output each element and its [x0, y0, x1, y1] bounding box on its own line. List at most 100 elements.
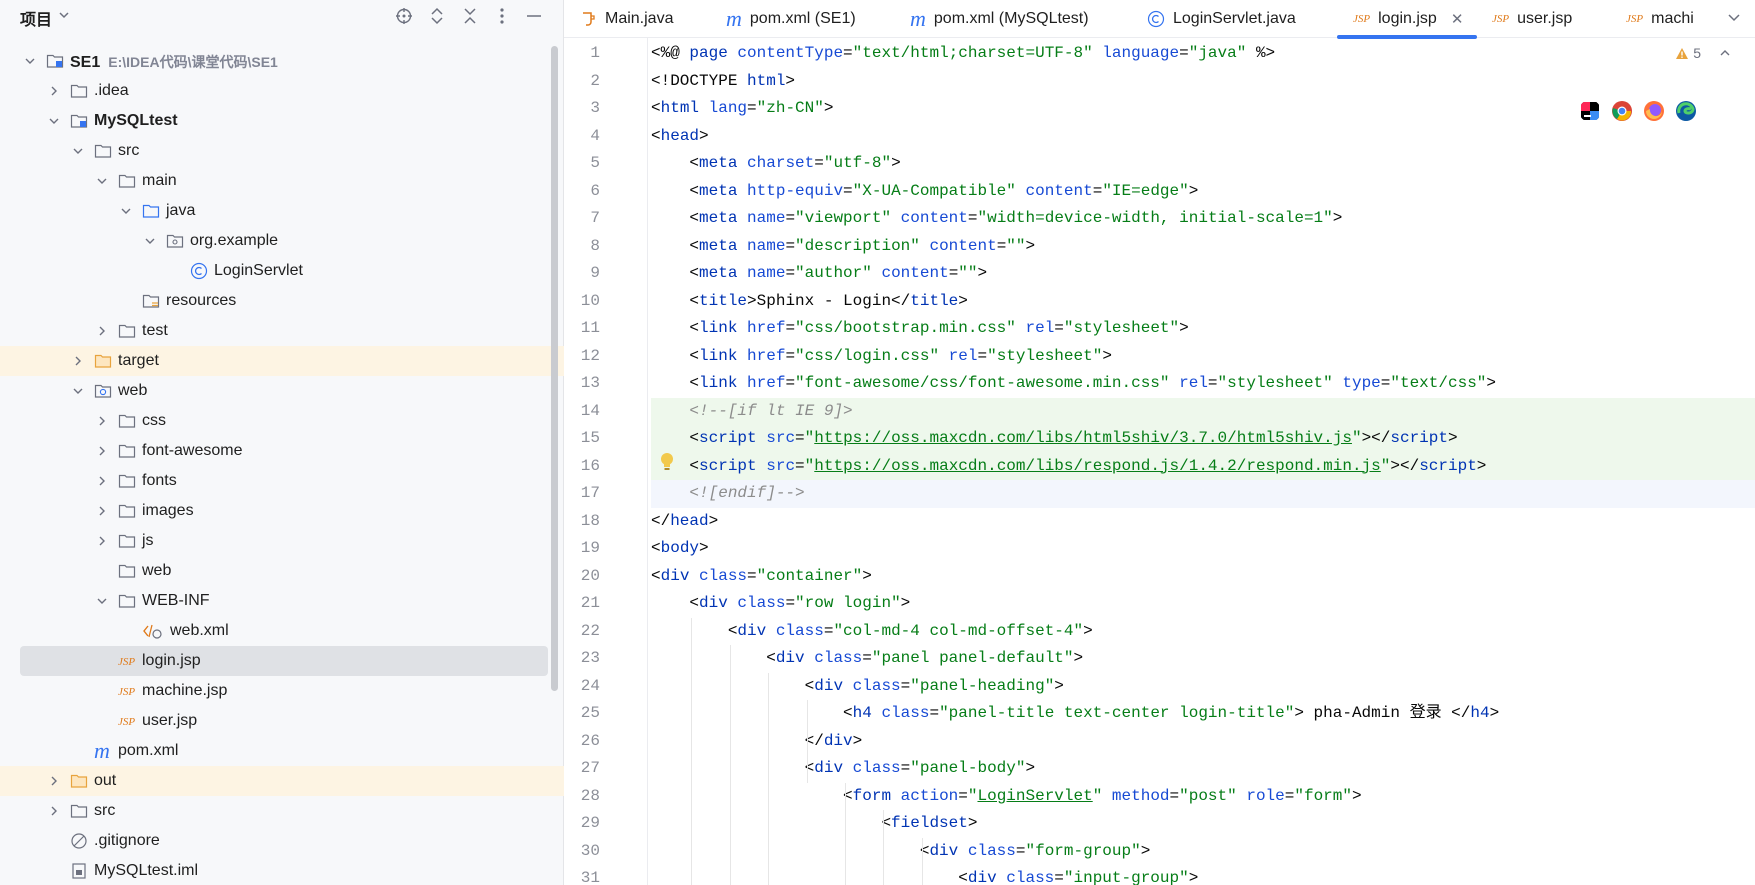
code-line[interactable]: <script src="https://oss.maxcdn.com/libs… — [651, 425, 1457, 453]
intellij-browser-icon[interactable] — [1579, 100, 1601, 122]
chevron-right-icon[interactable] — [96, 475, 108, 487]
code-line[interactable]: <link href="css/login.css" rel="styleshe… — [651, 343, 1112, 371]
code-line[interactable]: <div class="panel-heading"> — [651, 673, 1064, 701]
tree-item[interactable]: MySQLtest.iml — [0, 856, 556, 885]
tree-item[interactable]: web — [0, 556, 556, 586]
chevron-right-icon[interactable] — [96, 445, 108, 457]
chevron-right-icon[interactable] — [48, 775, 60, 787]
edge-icon[interactable] — [1675, 100, 1697, 122]
tree-item[interactable]: LoginServlet — [0, 256, 556, 286]
hide-panel-icon[interactable] — [522, 4, 546, 28]
code-line[interactable]: </head> — [651, 508, 718, 536]
code-line[interactable]: <div class="col-md-4 col-md-offset-4"> — [651, 618, 1093, 646]
firefox-icon[interactable] — [1643, 100, 1665, 122]
tree-item[interactable]: web — [0, 376, 556, 406]
chevron-right-icon[interactable] — [96, 325, 108, 337]
locate-icon[interactable] — [392, 4, 416, 28]
tree-item[interactable]: web.xml — [0, 616, 556, 646]
chevron-up-icon[interactable] — [1719, 48, 1731, 58]
warnings-indicator[interactable]: 5 — [1675, 45, 1731, 61]
lightbulb-icon[interactable] — [659, 452, 675, 472]
chevron-down-icon[interactable] — [58, 8, 70, 22]
code-line[interactable]: <!--[if lt IE 9]> — [651, 398, 852, 426]
code-line[interactable]: <meta name="viewport" content="width=dev… — [651, 205, 1342, 233]
code-line[interactable]: <div class="form-group"> — [651, 838, 1150, 866]
code-line[interactable]: <div class="panel-body"> — [651, 755, 1035, 783]
code-line[interactable]: <%@ page contentType="text/html;charset=… — [651, 40, 1275, 68]
options-icon[interactable] — [490, 4, 514, 28]
code-line[interactable]: </div> — [651, 728, 863, 756]
tree-item[interactable]: m pom.xml — [0, 736, 556, 766]
tree-item[interactable]: test — [0, 316, 556, 346]
code-line[interactable]: <link href="font-awesome/css/font-awesom… — [651, 370, 1496, 398]
tabs-overflow-icon[interactable] — [1727, 9, 1741, 26]
editor-tab[interactable]: JSP user.jsp — [1492, 0, 1572, 38]
editor-tab[interactable]: JSP machi — [1626, 0, 1694, 38]
code-line[interactable]: <script src="https://oss.maxcdn.com/libs… — [651, 453, 1486, 481]
editor-tab[interactable]: m pom.xml (MySQLtest) — [910, 0, 1089, 38]
chevron-right-icon[interactable] — [96, 535, 108, 547]
tree-item[interactable]: images — [0, 496, 556, 526]
tree-item[interactable]: JSP user.jsp — [0, 706, 556, 736]
editor-tab[interactable]: LoginServlet.java — [1147, 0, 1296, 38]
chevron-right-icon[interactable] — [96, 505, 108, 517]
code-line[interactable]: <meta name="description" content=""> — [651, 233, 1035, 261]
chevron-down-icon[interactable] — [72, 385, 84, 397]
editor-tab[interactable]: m pom.xml (SE1) — [726, 0, 856, 38]
tree-item[interactable]: JSP machine.jsp — [0, 676, 556, 706]
code-line[interactable]: <link href="css/bootstrap.min.css" rel="… — [651, 315, 1188, 343]
code-line[interactable]: <div class="row login"> — [651, 590, 910, 618]
tree-item[interactable]: org.example — [0, 226, 556, 256]
code-line[interactable]: <meta charset="utf-8"> — [651, 150, 900, 178]
code-line[interactable]: <h4 class="panel-title text-center login… — [651, 700, 1499, 728]
tree-item[interactable]: target — [0, 346, 564, 376]
tree-item[interactable]: SE1 E:\IDEA代码\课堂代码\SE1 — [0, 46, 556, 76]
tree-item[interactable]: fonts — [0, 466, 556, 496]
tree-item[interactable]: css — [0, 406, 556, 436]
code-line[interactable]: <!DOCTYPE html> — [651, 68, 795, 96]
chevron-down-icon[interactable] — [48, 115, 60, 127]
code-line[interactable]: <div class="input-group"> — [651, 865, 1198, 885]
tree-item[interactable]: out — [0, 766, 564, 796]
tree-item[interactable]: .gitignore — [0, 826, 556, 856]
tree-item[interactable]: src — [0, 136, 556, 166]
chrome-icon[interactable] — [1611, 100, 1633, 122]
code-line[interactable]: <![endif]--> — [651, 480, 804, 508]
tree-item[interactable]: main — [0, 166, 556, 196]
project-scrollbar[interactable] — [551, 46, 558, 691]
chevron-down-icon[interactable] — [120, 205, 132, 217]
code-line[interactable]: <meta name="author" content=""> — [651, 260, 987, 288]
code-line[interactable]: <div class="container"> — [651, 563, 872, 591]
code-line[interactable]: <fieldset> — [651, 810, 977, 838]
close-icon[interactable]: ✕ — [1451, 10, 1464, 28]
chevron-right-icon[interactable] — [48, 805, 60, 817]
tree-item[interactable]: JSP login.jsp — [20, 646, 548, 676]
chevron-down-icon[interactable] — [72, 145, 84, 157]
code-line[interactable]: <form action="LoginServlet" method="post… — [651, 783, 1362, 811]
chevron-right-icon[interactable] — [72, 355, 84, 367]
code-line[interactable]: <body> — [651, 535, 709, 563]
tree-item[interactable]: js — [0, 526, 556, 556]
chevron-right-icon[interactable] — [48, 85, 60, 97]
tree-item[interactable]: src — [0, 796, 556, 826]
chevron-down-icon[interactable] — [96, 595, 108, 607]
tree-item[interactable]: WEB-INF — [0, 586, 556, 616]
code-area[interactable]: <%@ page contentType = "text/html;charset=… — [651, 38, 1751, 885]
code-line[interactable]: <title>Sphinx - Login</title> — [651, 288, 967, 316]
tree-item[interactable]: resources — [0, 286, 556, 316]
code-line[interactable]: <div class="panel panel-default"> — [651, 645, 1083, 673]
code-line[interactable]: <html lang="zh-CN"> — [651, 95, 833, 123]
tree-item[interactable]: .idea — [0, 76, 556, 106]
code-line[interactable]: <meta http-equiv="X-UA-Compatible" conte… — [651, 178, 1198, 206]
chevron-right-icon[interactable] — [96, 415, 108, 427]
collapse-all-icon[interactable] — [458, 4, 482, 28]
tree-item[interactable]: MySQLtest — [0, 106, 556, 136]
tree-item[interactable]: font-awesome — [0, 436, 556, 466]
code-line[interactable]: <head> — [651, 123, 709, 151]
editor-tab[interactable]: JSP login.jsp ✕ — [1336, 0, 1478, 39]
tree-item[interactable]: java — [0, 196, 556, 226]
expand-all-icon[interactable] — [425, 4, 449, 28]
editor-tab[interactable]: Main.java — [581, 0, 673, 38]
chevron-down-icon[interactable] — [24, 55, 36, 67]
project-panel-title[interactable]: 项目 — [20, 6, 52, 30]
